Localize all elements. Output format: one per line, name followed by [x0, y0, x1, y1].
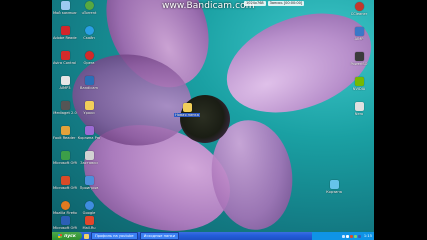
mailru-icon	[84, 216, 94, 225]
desktop-icon-avira[interactable]: Avira Control Center	[53, 51, 77, 65]
start-button[interactable]: пуск	[52, 232, 82, 240]
desktop-icon-poweriso[interactable]: PowerISO	[347, 52, 371, 66]
desktop-icon-new-folder[interactable]: Новая папка	[174, 103, 200, 117]
skype-icon	[84, 26, 94, 35]
adobe-reader-icon	[60, 26, 70, 35]
desktop-icon-skype[interactable]: Скайп	[77, 26, 101, 40]
nero-icon	[354, 102, 364, 111]
recorder-resolution: 1024x768	[244, 1, 266, 6]
desktop-icon-adobe-reader[interactable]: Adobe Reader	[53, 26, 77, 40]
mediaget-icon	[60, 101, 70, 110]
taskbar-button-folders[interactable]: Исходные папки	[139, 232, 180, 240]
screen: Мой компьютер uTorrent Adobe Reader Скай…	[0, 0, 427, 240]
recycle-bin-icon	[329, 180, 339, 189]
computer-icon	[60, 1, 70, 10]
tray-antivirus-icon[interactable]	[349, 234, 353, 238]
excel-icon	[60, 151, 70, 160]
desktop-icon-firefox[interactable]: Mozilla Firefox	[53, 201, 77, 215]
quick-launch-icon[interactable]	[84, 233, 89, 239]
aimp-icon	[60, 76, 70, 85]
opera-icon	[84, 51, 94, 60]
screensaver-icon	[84, 151, 94, 160]
desktop[interactable]: Мой компьютер uTorrent Adobe Reader Скай…	[52, 0, 374, 232]
desktop-icon-recycle-bin[interactable]: Корзина	[322, 180, 346, 194]
taskbar-button-youtube[interactable]: Профиль на youtube	[91, 232, 138, 240]
tray-volume-icon[interactable]	[345, 234, 349, 238]
desktop-icon-lessons-folder[interactable]: Уроки	[77, 101, 101, 115]
desktop-icon-google[interactable]: Google	[77, 201, 101, 215]
desktop-icon-my-computer[interactable]: Мой компьютер	[53, 1, 77, 15]
recorder-status-bar: 1024x768 Запись [00:00:00]	[244, 1, 305, 6]
google-icon	[84, 201, 94, 210]
desktop-icon-bandicam[interactable]: Bandicam	[77, 76, 101, 90]
desktop-icon-office-powerpoint[interactable]: Microsoft Office Ex..	[53, 176, 77, 190]
player-icon	[84, 176, 94, 185]
utorrent-icon	[84, 1, 94, 10]
desktop-icon-mailru[interactable]: Mail.Ru	[77, 216, 101, 230]
desktop-icon-aimp[interactable]: AIMP	[347, 27, 371, 41]
powerpoint-icon	[60, 176, 70, 185]
desktop-icon-foxit-reader[interactable]: Foxit Reader 6.1	[53, 126, 77, 140]
bandicam-icon	[84, 76, 94, 85]
desktop-icon-aimp3[interactable]: AIMP3	[53, 76, 77, 90]
desktop-icon-korzina-pro[interactable]: Корзина Pro	[77, 126, 101, 140]
foxit-icon	[60, 126, 70, 135]
nvidia-icon	[354, 77, 364, 86]
desktop-icon-player[interactable]: Проигрыв	[77, 176, 101, 190]
tray-clock[interactable]: 1:15	[364, 234, 372, 238]
folder-icon	[182, 103, 192, 112]
desktop-icon-office-excel[interactable]: Microsoft Office Ex..	[53, 151, 77, 165]
desktop-icon-mediaget[interactable]: Mediaget 2.0	[53, 101, 77, 115]
desktop-icon-opera[interactable]: Opera	[77, 51, 101, 65]
system-tray: 1:15	[312, 232, 374, 240]
tray-lang-icon[interactable]	[357, 234, 361, 238]
app-icon	[84, 126, 94, 135]
folder-icon	[84, 101, 94, 110]
aimp-icon	[354, 27, 364, 36]
windows-logo-icon	[58, 234, 63, 238]
disc-icon	[354, 52, 364, 61]
avira-icon	[60, 51, 70, 60]
desktop-icon-nero[interactable]: Nero	[347, 102, 371, 116]
word-icon	[60, 216, 70, 225]
bandicam-watermark: www.Bandicam.com	[162, 1, 255, 11]
recorder-timer: Запись [00:00:00]	[267, 1, 305, 6]
desktop-icon-office-word[interactable]: Microsoft Office Wo..	[53, 216, 77, 230]
desktop-icon-screensavers[interactable]: Заставки	[77, 151, 101, 165]
tray-network-icon[interactable]	[341, 234, 345, 238]
ccleaner-icon	[354, 2, 364, 11]
taskbar: пуск Профиль на youtube Исходные папки 1…	[52, 232, 374, 240]
desktop-icon-utorrent[interactable]: uTorrent	[77, 1, 101, 15]
desktop-icon-ccleaner[interactable]: CCleaner	[347, 2, 371, 16]
tray-app-icon[interactable]	[353, 234, 357, 238]
firefox-icon	[60, 201, 70, 210]
desktop-icon-nvidia[interactable]: NVIDIA	[347, 77, 371, 91]
